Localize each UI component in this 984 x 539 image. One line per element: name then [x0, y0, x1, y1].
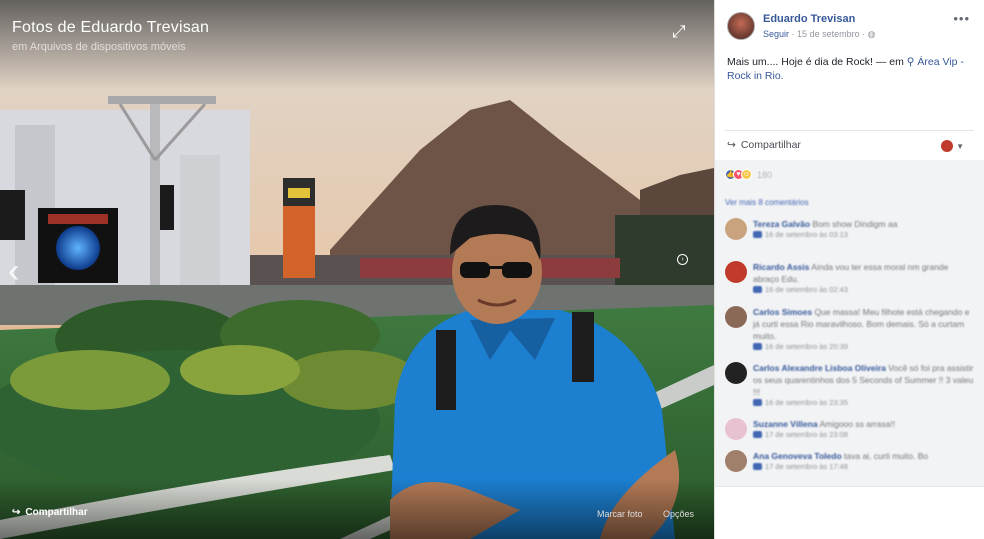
- comment-time[interactable]: 16 de setembro às 23:35: [765, 398, 848, 407]
- commenter-name[interactable]: Tereza Galvão: [753, 219, 810, 229]
- comment-text: Carlos Alexandre Lisboa Oliveira Você só…: [753, 362, 975, 398]
- post-sidebar: Eduardo Trevisan Seguir · 15 de setembro…: [714, 0, 984, 539]
- comment-time[interactable]: 17 de setembro às 17:48: [765, 462, 848, 471]
- commenter-name[interactable]: Carlos Simoes: [753, 307, 812, 317]
- comment-meta: 16 de setembro às 20:39: [753, 342, 975, 351]
- commenter-avatar[interactable]: [725, 362, 747, 384]
- privacy-globe-icon: · ◍: [862, 29, 876, 39]
- post-date[interactable]: 15 de setembro: [797, 29, 860, 39]
- meta-separator: ·: [791, 29, 795, 39]
- commenter-name[interactable]: Carlos Alexandre Lisboa Oliveira: [753, 363, 886, 373]
- comment-item: Ana Genoveva Toledo tava ai, curti muito…: [725, 450, 975, 472]
- comment-body: tava ai, curti muito. Bo: [844, 451, 929, 461]
- comment-item: Ricardo Assis Ainda vou ter essa moral n…: [725, 261, 975, 294]
- commenter-name[interactable]: Ricardo Assis: [753, 262, 809, 272]
- more-options-icon[interactable]: •••: [953, 11, 970, 26]
- view-more-comments-link[interactable]: Ver mais 8 comentários: [725, 198, 809, 207]
- expand-icon[interactable]: ⤢: [672, 22, 686, 42]
- tag-photo-button[interactable]: Marcar foto: [597, 509, 643, 519]
- photo-share-button[interactable]: ↪ Compartilhar: [12, 507, 88, 518]
- commenter-avatar[interactable]: [725, 218, 747, 240]
- reaction-count: 180: [757, 169, 773, 180]
- like-icon[interactable]: [753, 431, 762, 438]
- comment-text: Ricardo Assis Ainda vou ter essa moral n…: [753, 261, 975, 285]
- photo-share-label: Compartilhar: [25, 507, 88, 518]
- next-photo-arrow-icon[interactable]: ›: [677, 254, 688, 265]
- comment-body: Bom show Dindigm aa: [812, 219, 898, 229]
- commenter-name[interactable]: Suzanne Villena: [753, 419, 818, 429]
- post-share-label: Compartilhar: [740, 139, 801, 151]
- share-arrow-icon: ↪: [727, 139, 736, 151]
- reaction-selector[interactable]: ▼: [941, 140, 964, 152]
- caret-down-icon: ▼: [956, 141, 964, 151]
- photo-album-subtitle[interactable]: em Arquivos de dispositivos móveis: [12, 41, 186, 53]
- comment-time[interactable]: 16 de setembro às 20:39: [765, 342, 848, 351]
- comment-time[interactable]: 16 de setembro às 02:43: [765, 285, 848, 294]
- commenter-avatar[interactable]: [725, 450, 747, 472]
- previous-photo-arrow-icon[interactable]: ‹: [8, 254, 19, 288]
- photo-viewer: Fotos de Eduardo Trevisan em Arquivos de…: [0, 0, 714, 539]
- comment-text: Suzanne Villena Amigooo ss arrasa!!: [753, 418, 895, 430]
- location-pin-icon: ⚲: [906, 56, 915, 68]
- like-icon[interactable]: [753, 231, 762, 238]
- comment-body: Amigooo ss arrasa!!: [819, 419, 896, 429]
- post-body: Mais um.... Hoje é dia de Rock!: [727, 56, 873, 68]
- commenter-avatar[interactable]: [725, 418, 747, 440]
- divider: [725, 130, 974, 131]
- comments-panel: 👍 ♥ ☺ 180 Ver mais 8 comentários Tereza …: [715, 160, 984, 486]
- post-header: Eduardo Trevisan Seguir · 15 de setembro…: [727, 12, 875, 40]
- comment-meta: 17 de setembro às 17:48: [753, 462, 928, 471]
- options-button[interactable]: Opções: [663, 509, 694, 519]
- post-meta: Seguir · 15 de setembro · ◍: [763, 29, 875, 40]
- comment-time[interactable]: 17 de setembro às 23:08: [765, 430, 848, 439]
- commenter-avatar[interactable]: [725, 261, 747, 283]
- author-avatar[interactable]: [727, 12, 755, 40]
- post-text: Mais um.... Hoje é dia de Rock! — em ⚲ Á…: [727, 55, 977, 83]
- comment-text: Tereza Galvão Bom show Dindigm aa: [753, 218, 897, 230]
- comment-text: Ana Genoveva Toledo tava ai, curti muito…: [753, 450, 928, 462]
- comment-item: Suzanne Villena Amigooo ss arrasa!! 17 de…: [725, 418, 975, 440]
- comment-meta: 16 de setembro às 03:13: [753, 230, 897, 239]
- like-icon[interactable]: [753, 399, 762, 406]
- comment-item: Carlos Simoes Que massa! Meu filhote est…: [725, 306, 975, 351]
- like-icon[interactable]: [753, 343, 762, 350]
- like-icon[interactable]: [753, 463, 762, 470]
- author-name[interactable]: Eduardo Trevisan: [763, 13, 875, 25]
- like-icon[interactable]: [753, 286, 762, 293]
- comment-item: Tereza Galvão Bom show Dindigm aa 16 de s…: [725, 218, 975, 240]
- comment-item: Carlos Alexandre Lisboa Oliveira Você só…: [725, 362, 975, 407]
- comment-meta: 16 de setembro às 02:43: [753, 285, 975, 294]
- commenter-avatar[interactable]: [725, 306, 747, 328]
- comment-footer: [715, 486, 984, 539]
- commenter-name[interactable]: Ana Genoveva Toledo: [753, 451, 842, 461]
- comment-meta: 17 de setembro às 23:08: [753, 430, 895, 439]
- location-prefix: — em: [875, 56, 904, 68]
- post-share-button[interactable]: ↪ Compartilhar: [727, 139, 801, 151]
- haha-reaction-icon: ☺: [741, 169, 752, 180]
- follow-link[interactable]: Seguir: [763, 29, 789, 39]
- comment-text: Carlos Simoes Que massa! Meu filhote est…: [753, 306, 975, 342]
- profile-mini-icon: [941, 140, 954, 152]
- share-icon: ↪: [12, 507, 21, 518]
- reactions-summary[interactable]: 👍 ♥ ☺ 180: [725, 169, 772, 180]
- photo-album-title[interactable]: Fotos de Eduardo Trevisan: [12, 19, 209, 37]
- comment-time[interactable]: 16 de setembro às 03:13: [765, 230, 848, 239]
- comment-meta: 16 de setembro às 23:35: [753, 398, 975, 407]
